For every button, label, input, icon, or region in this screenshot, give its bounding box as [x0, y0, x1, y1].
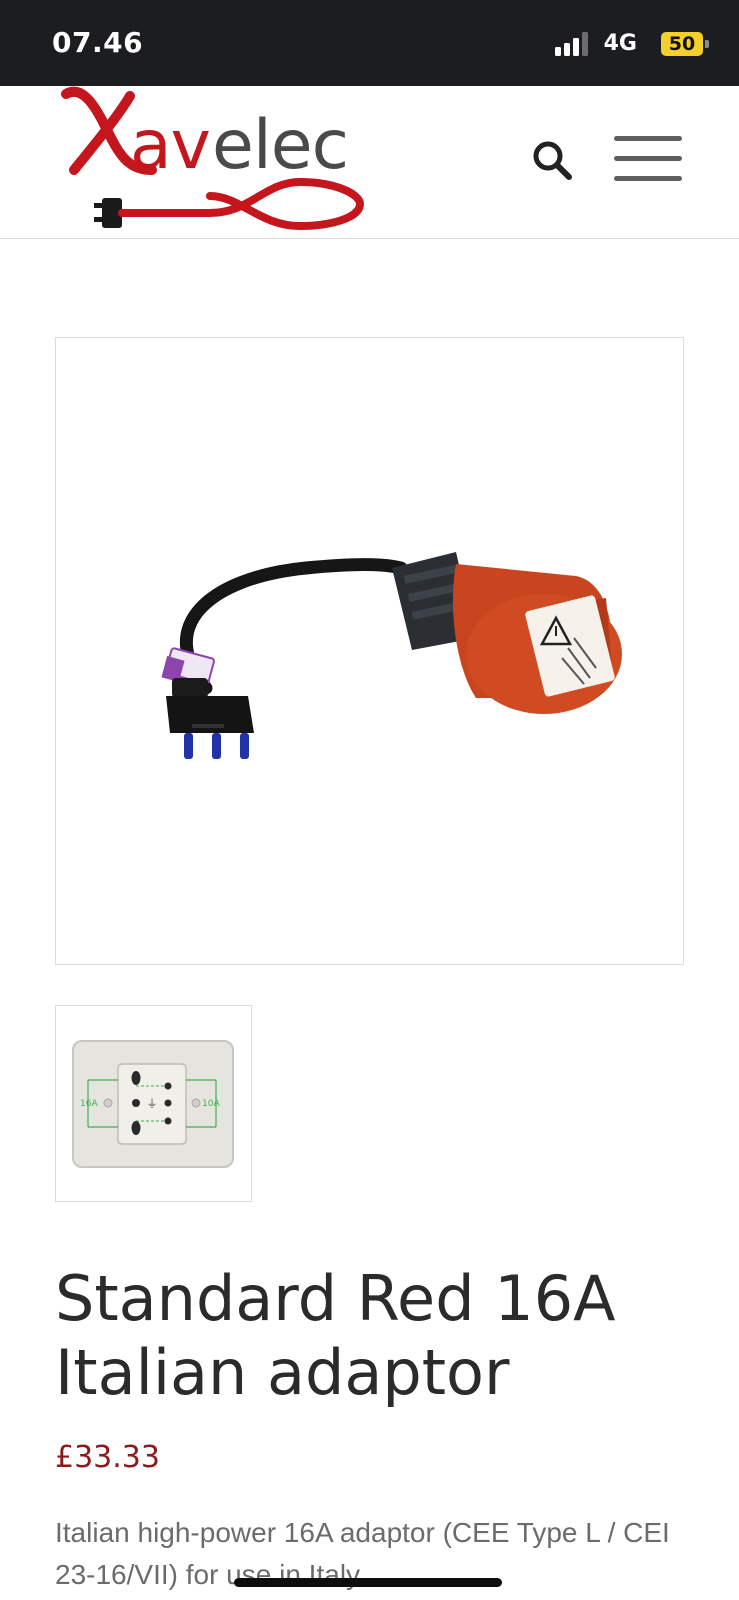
- product-thumbnail[interactable]: ⏚ 16A 10A: [55, 1005, 252, 1202]
- site-header: av elec: [0, 86, 739, 239]
- xavelec-logo[interactable]: av elec: [60, 86, 400, 236]
- network-type: 4G: [603, 31, 637, 56]
- status-indicators: 4G 50: [509, 31, 709, 58]
- product-title: Standard Red 16A Italian adaptor: [55, 1262, 616, 1409]
- hamburger-menu-icon[interactable]: [612, 134, 684, 186]
- product-main-image[interactable]: [55, 337, 684, 965]
- search-icon[interactable]: [530, 138, 574, 182]
- socket-diagram: ⏚ 16A 10A: [72, 1040, 234, 1168]
- battery-nub: [705, 40, 709, 48]
- signal-icon: [555, 32, 588, 56]
- menu-line: [614, 136, 682, 141]
- battery-icon: 50: [661, 32, 703, 56]
- menu-line: [614, 176, 682, 181]
- status-bar: 07.46 4G 50: [0, 0, 739, 86]
- plug-cable-icon: [94, 177, 365, 231]
- svg-text:⏚: ⏚: [147, 1097, 158, 1110]
- svg-text:elec: elec: [212, 106, 348, 185]
- page: 07.46 4G 50 av elec ⏚ 16A 10A Standard R…: [0, 0, 739, 1600]
- menu-line: [614, 156, 682, 161]
- home-indicator[interactable]: [234, 1578, 502, 1587]
- label-10a: 10A: [202, 1099, 220, 1109]
- svg-text:av: av: [130, 106, 210, 185]
- label-16a: 16A: [80, 1099, 98, 1109]
- adaptor-photo: [161, 552, 622, 759]
- status-time: 07.46: [52, 26, 144, 59]
- product-price: £33.33: [55, 1440, 160, 1475]
